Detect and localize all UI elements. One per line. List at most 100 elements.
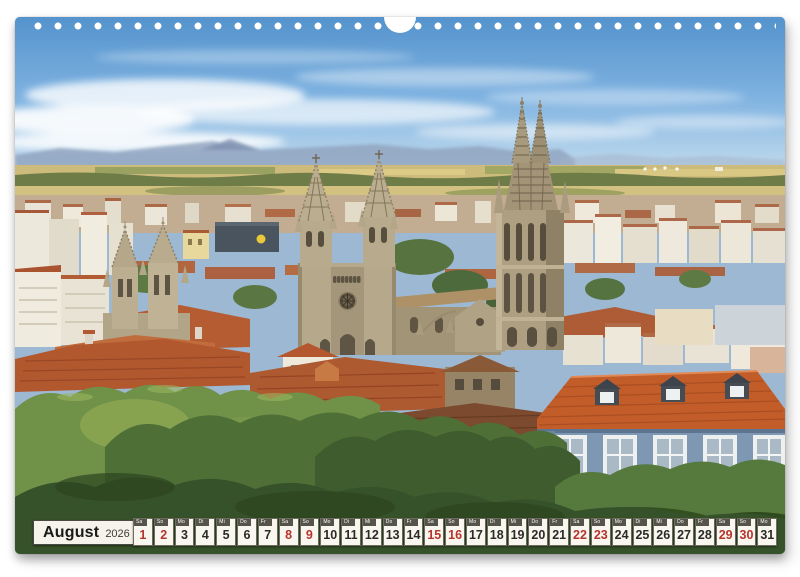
day-cell: Sa 29 bbox=[716, 518, 736, 546]
weekday-label: Di bbox=[342, 519, 355, 526]
day-cell: Mo 24 bbox=[612, 518, 632, 546]
day-number: 31 bbox=[758, 528, 776, 542]
weekday-label: So bbox=[592, 519, 605, 526]
day-cell: Do13 bbox=[383, 518, 403, 546]
calendar-strip: August 2026 Sa1So2Mo3Di4Mi5Do6Fr7Sa8So9M… bbox=[15, 518, 785, 548]
weekday-label: Sa bbox=[717, 519, 730, 526]
day-cell: Mi 26 bbox=[653, 518, 673, 546]
day-cell: Do 20 bbox=[528, 518, 548, 546]
year-label: 2026 bbox=[105, 525, 129, 540]
weekday-label: Sa bbox=[571, 519, 584, 526]
weekday-label: So bbox=[301, 519, 314, 526]
weekday-label: Sa bbox=[280, 519, 293, 526]
day-number: 11 bbox=[342, 528, 360, 542]
day-cell: Fr 28 bbox=[695, 518, 715, 546]
day-number: 26 bbox=[654, 528, 672, 542]
day-number: 8 bbox=[280, 528, 298, 542]
day-cell: Mi 12 bbox=[362, 518, 382, 546]
day-cell: Mi 5 bbox=[216, 518, 236, 546]
weekday-label: Fr bbox=[550, 519, 563, 526]
weekday-label: Di bbox=[488, 519, 501, 526]
day-number: 9 bbox=[301, 528, 319, 542]
day-number: 6 bbox=[238, 528, 256, 542]
day-cell: So 16 bbox=[445, 518, 465, 546]
day-cell: Sa 22 bbox=[570, 518, 590, 546]
day-number: 16 bbox=[446, 528, 464, 542]
day-cell: Do27 bbox=[674, 518, 694, 546]
weekday-label: Mo bbox=[613, 519, 626, 526]
day-number: 21 bbox=[550, 528, 568, 542]
weekday-label: Mo bbox=[758, 519, 771, 526]
day-cell: Sa 1 bbox=[133, 518, 153, 546]
day-cell: Fr 21 bbox=[549, 518, 569, 546]
day-cell: Di 11 bbox=[341, 518, 361, 546]
month-label: August 2026 bbox=[33, 520, 140, 545]
weekday-label: Mi bbox=[217, 519, 230, 526]
day-number: 3 bbox=[176, 528, 194, 542]
day-cell: So 23 bbox=[591, 518, 611, 546]
weekday-label: Di bbox=[634, 519, 647, 526]
day-number: 15 bbox=[425, 528, 443, 542]
weekday-label: Mo bbox=[176, 519, 189, 526]
day-number: 19 bbox=[509, 528, 527, 542]
day-number: 13 bbox=[384, 528, 402, 542]
day-number: 20 bbox=[529, 528, 547, 542]
weekday-label: Fr bbox=[259, 519, 272, 526]
day-number: 22 bbox=[571, 528, 589, 542]
weekday-label: Di bbox=[196, 519, 209, 526]
weekday-label: Sa bbox=[134, 519, 147, 526]
day-cell: Di 4 bbox=[195, 518, 215, 546]
day-number: 10 bbox=[321, 528, 339, 542]
day-number: 1 bbox=[134, 528, 152, 542]
day-number: 18 bbox=[488, 528, 506, 542]
photo-burgos-cityscape bbox=[15, 17, 785, 554]
day-cell: So 2 bbox=[154, 518, 174, 546]
day-number: 12 bbox=[363, 528, 381, 542]
day-number: 25 bbox=[634, 528, 652, 542]
calendar-product-mockup: August 2026 Sa1So2Mo3Di4Mi5Do6Fr7Sa8So9M… bbox=[0, 0, 800, 577]
weekday-label: Mo bbox=[321, 519, 334, 526]
weekday-label: Mi bbox=[509, 519, 522, 526]
weekday-label: Do bbox=[529, 519, 542, 526]
day-cell: Mi 19 bbox=[508, 518, 528, 546]
weekday-label: Mo bbox=[467, 519, 480, 526]
weekday-label: So bbox=[446, 519, 459, 526]
day-cell: Mo 31 bbox=[757, 518, 777, 546]
day-number: 29 bbox=[717, 528, 735, 542]
day-number: 14 bbox=[405, 528, 423, 542]
day-cell: Mo 17 bbox=[466, 518, 486, 546]
weekday-label: Mi bbox=[654, 519, 667, 526]
day-number: 23 bbox=[592, 528, 610, 542]
weekday-label: So bbox=[155, 519, 168, 526]
day-cell: Fr 7 bbox=[258, 518, 278, 546]
day-number: 17 bbox=[467, 528, 485, 542]
yellow-building bbox=[183, 233, 209, 259]
day-cell: Fr 14 bbox=[404, 518, 424, 546]
day-cell: Do 6 bbox=[237, 518, 257, 546]
cathedral-nave bbox=[396, 287, 513, 355]
day-cell: Mo 10 bbox=[320, 518, 340, 546]
day-cell: So 9 bbox=[300, 518, 320, 546]
museum-dark-building bbox=[215, 222, 279, 252]
day-number: 2 bbox=[155, 528, 173, 542]
day-cell: Mo 3 bbox=[175, 518, 195, 546]
weekday-label: Do bbox=[238, 519, 251, 526]
day-cell: So 30 bbox=[737, 518, 757, 546]
day-cell: Di 25 bbox=[633, 518, 653, 546]
day-cell: Di 18 bbox=[487, 518, 507, 546]
day-number: 7 bbox=[259, 528, 277, 542]
weekday-label: Sa bbox=[425, 519, 438, 526]
day-number: 5 bbox=[217, 528, 235, 542]
month-name: August bbox=[43, 524, 99, 542]
day-number: 4 bbox=[196, 528, 214, 542]
day-number: 27 bbox=[675, 528, 693, 542]
weekday-label: Fr bbox=[696, 519, 709, 526]
day-number: 30 bbox=[738, 528, 756, 542]
day-number: 24 bbox=[613, 528, 631, 542]
weekday-label: Fr bbox=[405, 519, 418, 526]
day-number: 28 bbox=[696, 528, 714, 542]
weekday-label: So bbox=[738, 519, 751, 526]
day-cell: Sa 8 bbox=[279, 518, 299, 546]
day-cell: Sa 15 bbox=[424, 518, 444, 546]
weekday-label: Mi bbox=[363, 519, 376, 526]
